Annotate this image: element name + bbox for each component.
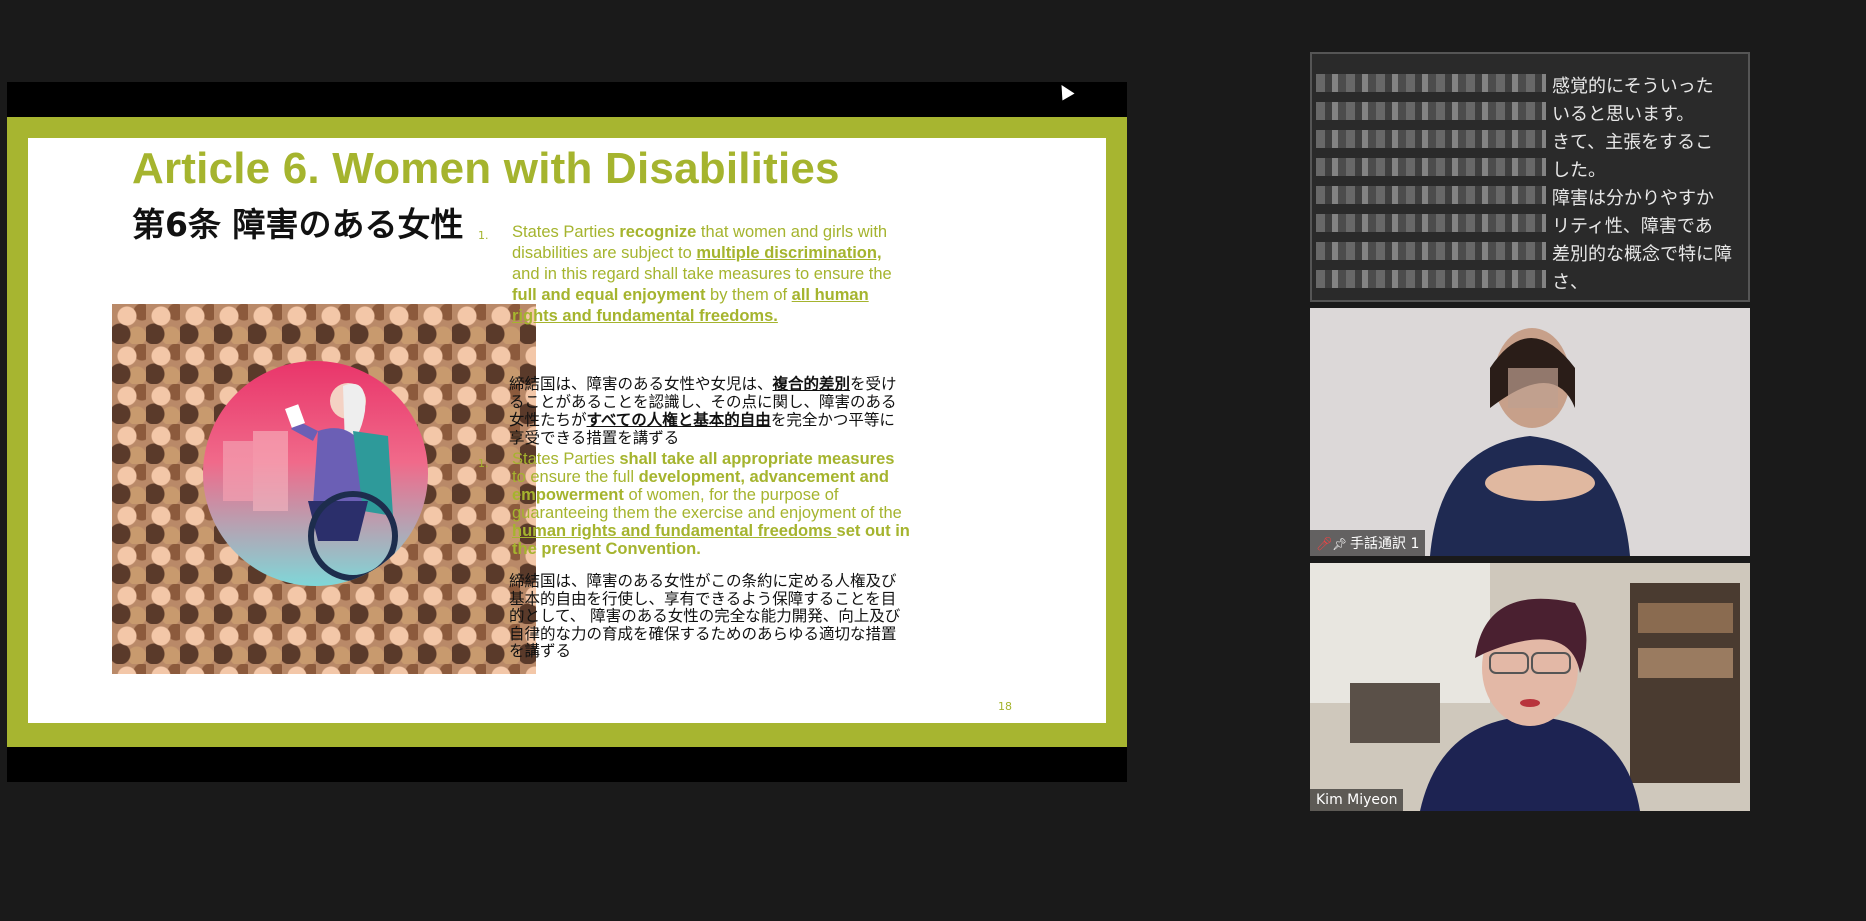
caption-line: リティ性、障害であ [1312,210,1748,238]
item1-text-en: States Parties recognize that women and … [512,223,892,325]
caption-line: 障害は分かりやすか [1312,182,1748,210]
item2-text-ja: 締結国は、障害のある女性がこの条約に定める人権及び基本的自由を行使し、享有できる… [509,572,901,660]
slide-title-en: Article 6. Women with Disabilities [132,144,840,193]
interpreter-video [1310,308,1750,556]
speaker-video-tile[interactable]: Kim Miyeon [1310,563,1750,811]
mic-muted-icon: 🎤︎ [1316,537,1333,552]
shared-screen[interactable]: Article 6. Women with Disabilities 第6条 障… [7,82,1127,782]
interpreter-name-label: 🎤︎📌︎ 手話通訳 1 [1310,530,1426,556]
slide-title-ja: 第6条 障害のある女性 [132,205,464,244]
slide-page-number: 18 [998,700,1012,713]
caption-line: した。 [1312,154,1748,182]
item2-text-en: States Parties shall take all appropriat… [512,450,910,558]
caption-line: きて、主張をするこ [1312,126,1748,154]
caption-lines: 感覚的にそういった いると思います。 きて、主張をするこ した。 障害は分かりや… [1312,70,1748,294]
wheelchair-woman-illustration [203,361,428,586]
caption-line: 感覚的にそういった [1312,70,1748,98]
item1-text-ja: 締結国は、障害のある女性や女児は、複合的差別を受けることがあることを認識し、その… [509,375,897,447]
interpreter-video-tile[interactable]: 🎤︎📌︎ 手話通訳 1 [1310,308,1750,556]
pin-icon: 📌︎ [1332,537,1348,551]
slide-frame: Article 6. Women with Disabilities 第6条 障… [7,117,1127,747]
caption-line: さ、 [1312,266,1748,294]
speaker-video [1310,563,1750,811]
caption-video-tile[interactable]: 感覚的にそういった いると思います。 きて、主張をするこ した。 障害は分かりや… [1310,52,1750,302]
speaker-name-label: Kim Miyeon [1310,789,1404,811]
item1-number: 1. [478,229,489,242]
caption-line: いると思います。 [1312,98,1748,126]
caption-line: 差別的な概念で特に障 [1312,238,1748,266]
slide: Article 6. Women with Disabilities 第6条 障… [28,138,1106,723]
women-illustration [112,304,536,674]
item2-number: 1. [478,457,489,470]
